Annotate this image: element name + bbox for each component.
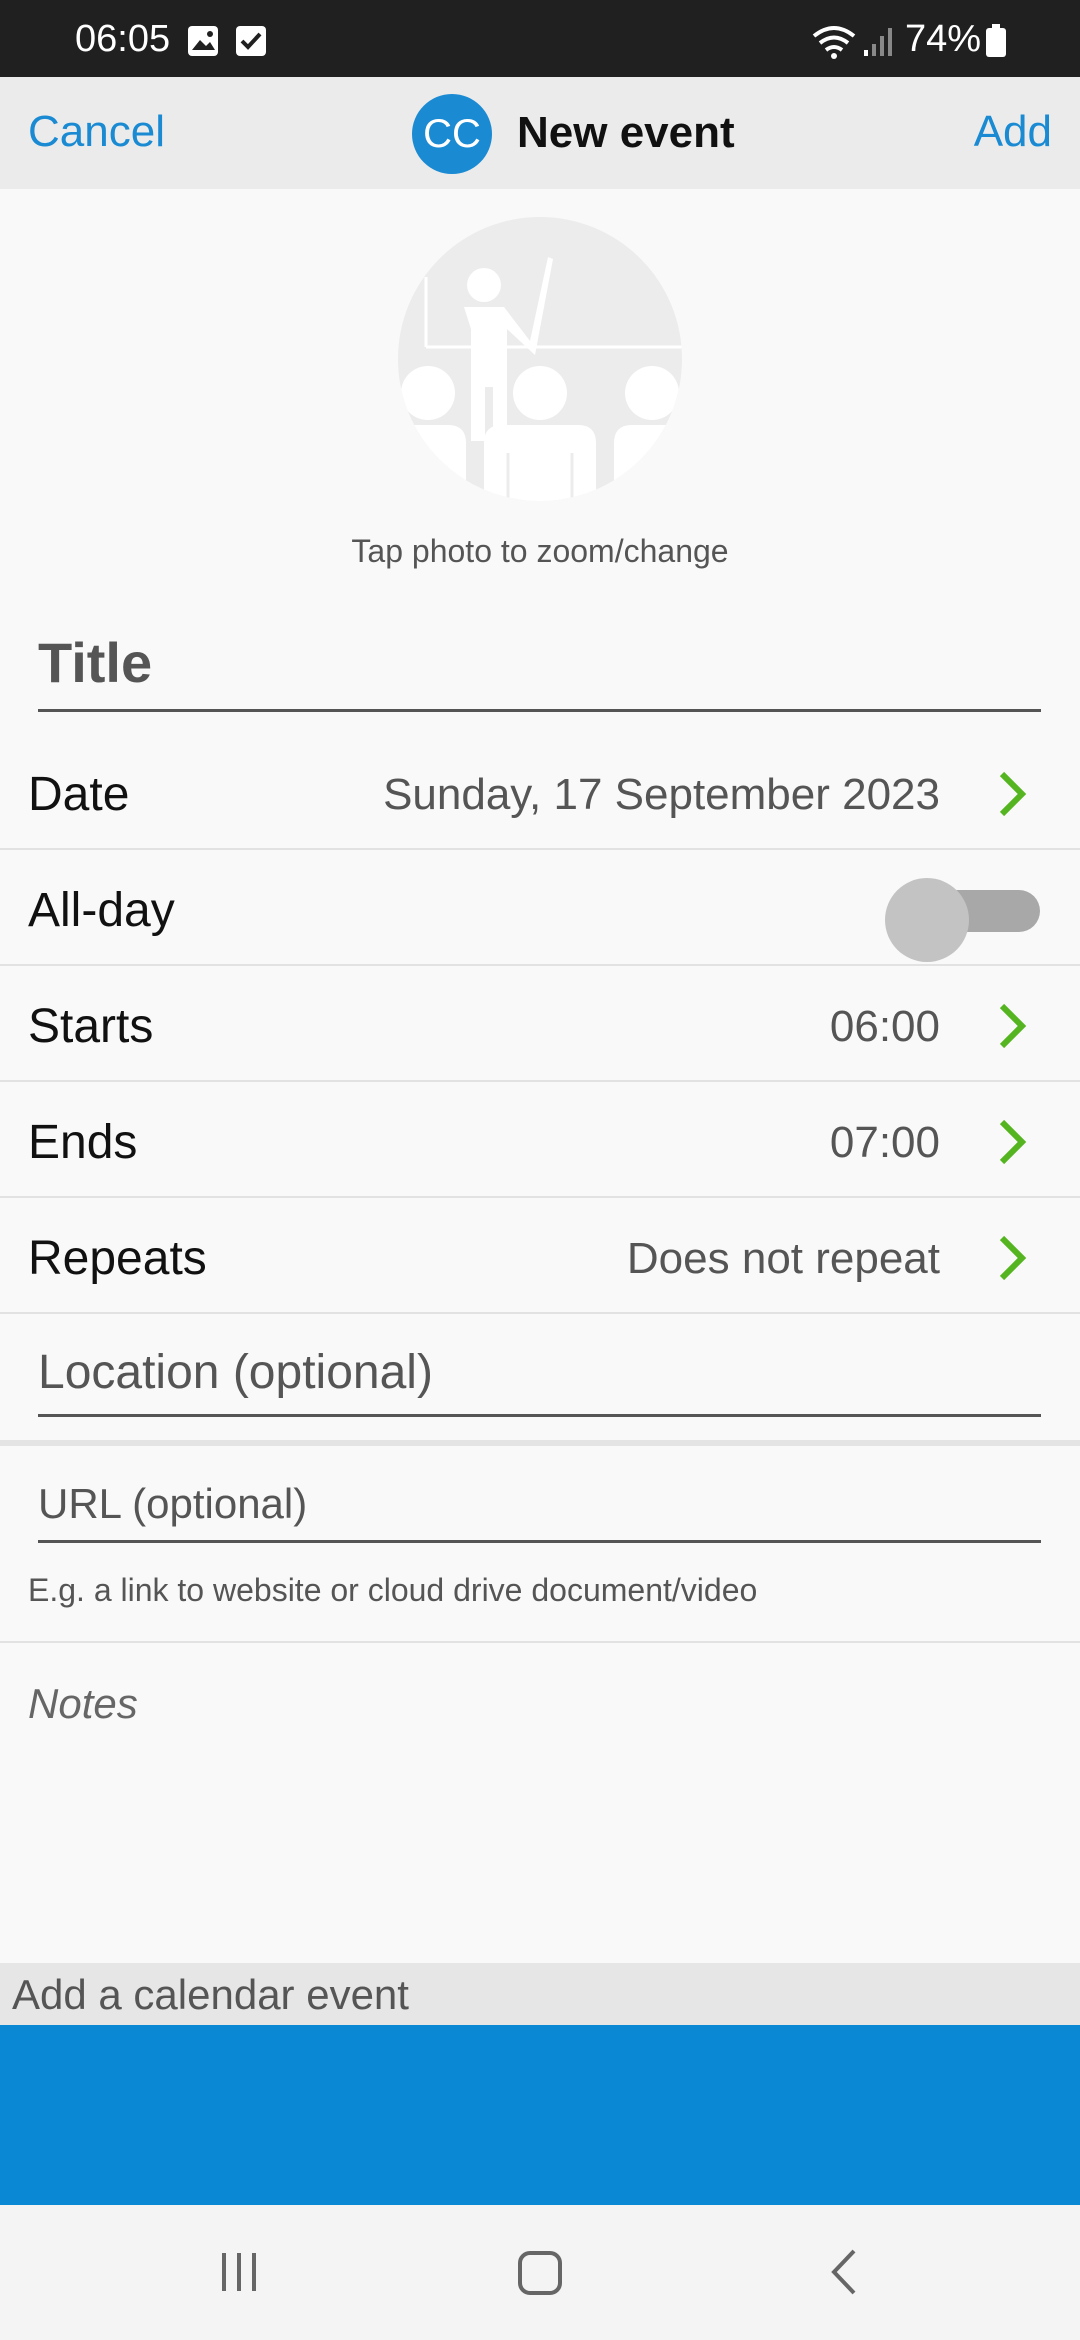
starts-row[interactable]: Starts 06:00 — [0, 966, 1080, 1082]
date-row[interactable]: Date Sunday, 17 September 2023 — [0, 734, 1080, 850]
chevron-right-icon — [999, 1235, 1027, 1281]
app-logo: CC — [412, 94, 492, 174]
starts-label: Starts — [28, 1000, 154, 1053]
ends-value: 07:00 — [829, 1118, 940, 1167]
title-input[interactable]: Title — [38, 630, 1041, 712]
toggle-knob[interactable] — [885, 878, 969, 962]
notes-input[interactable]: Notes — [28, 1680, 138, 1728]
divider — [0, 1641, 1080, 1643]
all-day-row: All-day — [0, 850, 1080, 966]
starts-value: 06:00 — [829, 1002, 940, 1051]
date-value: Sunday, 17 September 2023 — [383, 770, 940, 819]
date-label: Date — [28, 768, 130, 821]
photo-hint: Tap photo to zoom/change — [351, 533, 729, 569]
repeats-row[interactable]: Repeats Does not repeat — [0, 1198, 1080, 1314]
status-time: 06:05 — [75, 18, 171, 60]
battery-percent: 74% — [905, 18, 982, 60]
add-button[interactable]: Add — [974, 107, 1052, 157]
presentation-classroom-icon — [398, 257, 682, 501]
url-hint: E.g. a link to website or cloud drive do… — [28, 1572, 758, 1608]
banner-text: Add a calendar event — [12, 1971, 409, 2018]
wifi-icon — [812, 26, 856, 59]
divider — [0, 1440, 1080, 1446]
ends-label: Ends — [28, 1116, 138, 1169]
signal-icon — [864, 28, 892, 56]
battery-icon — [986, 24, 1006, 57]
checkbox-icon — [236, 26, 266, 56]
chevron-right-icon — [999, 1003, 1027, 1049]
repeats-label: Repeats — [28, 1232, 207, 1285]
recent-apps-icon[interactable] — [214, 2247, 264, 2297]
cancel-button[interactable]: Cancel — [28, 107, 165, 157]
bottom-panel — [0, 2025, 1080, 2205]
status-bar: 06:05 74% — [0, 0, 1080, 77]
chevron-right-icon — [999, 1119, 1027, 1165]
all-day-label: All-day — [28, 884, 175, 937]
event-photo[interactable] — [398, 217, 682, 501]
location-input[interactable]: Location (optional) — [38, 1345, 1041, 1417]
home-icon[interactable] — [516, 2247, 566, 2297]
page-title: New event — [517, 108, 735, 157]
system-nav-bar — [0, 2205, 1080, 2340]
back-icon[interactable] — [820, 2247, 870, 2297]
chevron-right-icon — [999, 771, 1027, 817]
url-input[interactable]: URL (optional) — [38, 1480, 1041, 1543]
ends-row[interactable]: Ends 07:00 — [0, 1082, 1080, 1198]
gallery-icon — [188, 26, 218, 56]
header-bar: Cancel CC New event Add — [0, 77, 1080, 189]
repeats-value: Does not repeat — [626, 1234, 940, 1283]
footer-banner: Add a calendar event — [0, 1963, 1080, 2025]
